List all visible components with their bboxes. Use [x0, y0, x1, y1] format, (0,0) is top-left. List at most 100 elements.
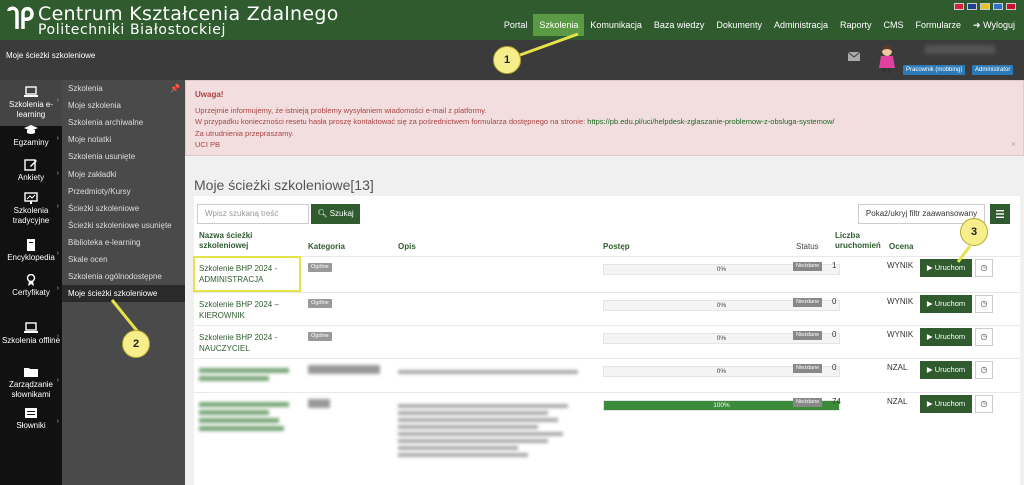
- run-button[interactable]: ▶ Uruchom: [920, 259, 972, 277]
- description-blurred: [398, 367, 578, 377]
- language-flag-icon[interactable]: [967, 3, 977, 10]
- nav-item-portal[interactable]: Portal: [498, 14, 534, 36]
- col-header-category[interactable]: Kategoria: [308, 242, 345, 252]
- run-button[interactable]: ▶ Uruchom: [920, 395, 972, 413]
- col-header-progress[interactable]: Postęp: [603, 242, 630, 252]
- language-flag-icon[interactable]: [980, 3, 990, 10]
- sidebar-item-2[interactable]: Egzaminy ›: [0, 118, 62, 158]
- graduation-cap-icon: [24, 125, 38, 134]
- chevron-right-icon: ›: [56, 418, 59, 425]
- search-icon: 🔍︎: [317, 209, 328, 218]
- nav-item-administracja[interactable]: Administracja: [768, 14, 834, 36]
- sidebar-item-label: Szkolenia tradycyjne: [12, 206, 50, 225]
- run-button-label: Uruchom: [934, 399, 966, 408]
- mail-icon[interactable]: [848, 52, 860, 61]
- col-header-name[interactable]: Nazwa ścieżki szkoleniowej: [199, 231, 279, 251]
- presentation-icon: [24, 192, 38, 204]
- subnav-item[interactable]: Przedmioty/Kursy: [62, 183, 185, 200]
- sidebar-item-6[interactable]: Certyfikaty ›: [0, 268, 62, 312]
- history-clock-icon[interactable]: ◷: [975, 259, 993, 277]
- top-bar: Centrum Kształcenia Zdalnego Politechnik…: [0, 0, 1024, 40]
- subnav-item[interactable]: Moje szkolenia: [62, 97, 185, 114]
- alert-box: Uwaga! Uprzejmie informujemy, że istniej…: [185, 80, 1024, 156]
- nav-item-baza-wiedzy[interactable]: Baza wiedzy: [648, 14, 711, 36]
- subnav-item[interactable]: Moje notatki: [62, 131, 185, 148]
- alert-text: Uprzejmie informujemy, że istnieją probl…: [195, 106, 487, 115]
- play-icon: ▶: [926, 263, 935, 272]
- book-icon: [27, 239, 35, 251]
- run-button[interactable]: ▶ Uruchom: [920, 328, 972, 346]
- history-clock-icon[interactable]: ◷: [975, 395, 993, 413]
- status-badge: Nieżdane: [793, 364, 823, 373]
- avatar[interactable]: [877, 44, 897, 74]
- brand-subtitle: Politechniki Białostockiej: [38, 22, 226, 38]
- close-icon[interactable]: ×: [1011, 139, 1016, 149]
- play-icon: ▶: [926, 399, 935, 408]
- subnav-item[interactable]: Biblioteka e-learning: [62, 234, 185, 251]
- path-name-link[interactable]: [199, 399, 297, 434]
- alert-text-prefix: W przypadku konieczności resetu hasła pr…: [195, 117, 586, 126]
- run-count: 0: [832, 297, 837, 306]
- col-header-runs[interactable]: Liczba uruchomień: [835, 231, 890, 251]
- page-title: Moje ścieżki szkoleniowe[13]: [194, 177, 374, 193]
- logo-icon: [7, 6, 34, 29]
- col-header-grade[interactable]: Ocena: [889, 242, 913, 252]
- menu-icon[interactable]: [990, 204, 1010, 224]
- language-flag-icon[interactable]: [993, 3, 1003, 10]
- search-input[interactable]: Wpisz szukaną treść: [197, 204, 309, 224]
- helpdesk-link[interactable]: https://pb.edu.pl/uci/helpdesk-zglaszani…: [587, 117, 834, 126]
- chevron-right-icon: ›: [56, 333, 59, 340]
- left-sidebar: Szkolenia e-learning › Egzaminy › Ankiety › Sz…: [0, 80, 62, 485]
- subnav-item[interactable]: Szkolenia archiwalne: [62, 114, 185, 131]
- col-header-status[interactable]: Status: [796, 242, 819, 252]
- nav-item-dokumenty[interactable]: Dokumenty: [710, 14, 768, 36]
- progress-label: 0%: [716, 266, 727, 273]
- subnav-item[interactable]: Szkolenia ogólnodostępne: [62, 268, 185, 285]
- subnav-item[interactable]: Szkolenia usunięte: [62, 148, 185, 165]
- sidebar-item-7[interactable]: Szkolenia offline ›: [0, 316, 62, 366]
- language-flag-icon[interactable]: [1006, 3, 1016, 10]
- sidebar-item-label: Certyfikaty: [12, 288, 50, 297]
- chevron-right-icon: ›: [56, 377, 59, 384]
- nav-item-formularze[interactable]: Formularze: [910, 14, 968, 36]
- sidebar-item-9[interactable]: Słowniki ›: [0, 401, 62, 445]
- progress-label: 0%: [716, 335, 727, 342]
- nav-item-raporty[interactable]: Raporty: [834, 14, 878, 36]
- nav-item-szkolenia[interactable]: Szkolenia: [533, 14, 585, 36]
- language-flag-icon[interactable]: [954, 3, 964, 10]
- run-button-label: Uruchom: [934, 263, 966, 272]
- nav-item-label: Wyloguj: [983, 20, 1015, 30]
- main-content: Uwaga! Uprzejmie informujemy, że istniej…: [185, 80, 1024, 485]
- path-name-link[interactable]: Szkolenie BHP 2024 – KIEROWNIK: [199, 299, 297, 321]
- col-header-description[interactable]: Opis: [398, 242, 416, 252]
- search-button-label: Szukaj: [329, 209, 354, 218]
- chevron-right-icon: ›: [56, 250, 59, 257]
- history-clock-icon[interactable]: ◷: [975, 328, 993, 346]
- run-button[interactable]: ▶ Uruchom: [920, 295, 972, 313]
- run-button[interactable]: ▶ Uruchom: [920, 361, 972, 379]
- paths-panel: Wpisz szukaną treść 🔍︎ Szukaj Pokaż/ukry…: [194, 196, 1020, 485]
- subnav-item[interactable]: Moje zakładki: [62, 166, 185, 183]
- subnav-item[interactable]: Ścieżki szkoleniowe: [62, 200, 185, 217]
- history-clock-icon[interactable]: ◷: [975, 361, 993, 379]
- sidebar-item-8[interactable]: Zarządzanie słownikami ›: [0, 360, 62, 406]
- run-button-label: Uruchom: [934, 365, 966, 374]
- role-badge: Administrator: [972, 65, 1014, 75]
- sidebar-item-4[interactable]: Szkolenia tradycyjne ›: [0, 186, 62, 240]
- path-name-link[interactable]: Szkolenie BHP 2024 - NAUCZYCIEL: [199, 332, 297, 354]
- status-badge: Nieżdane: [793, 298, 823, 307]
- status-badge: Nieżdane: [793, 398, 823, 407]
- subnav-item[interactable]: Skale ocen: [62, 251, 185, 268]
- path-name-link[interactable]: [199, 365, 297, 384]
- nav-item-wyloguj[interactable]: ➜ Wyloguj: [967, 14, 1021, 36]
- nav-item-cms[interactable]: CMS: [878, 14, 910, 36]
- nav-item-komunikacja[interactable]: Komunikacja: [584, 14, 648, 36]
- run-count: 0: [832, 363, 837, 372]
- user-name-blurred: [925, 45, 995, 54]
- subnav-item[interactable]: Szkolenia: [62, 80, 185, 97]
- subnav-item[interactable]: Moje ścieżki szkoleniowe: [62, 285, 185, 303]
- run-count: 1: [832, 261, 837, 270]
- subnav-item[interactable]: Ścieżki szkoleniowe usunięte: [62, 217, 185, 234]
- history-clock-icon[interactable]: ◷: [975, 295, 993, 313]
- search-button[interactable]: 🔍︎ Szukaj: [311, 204, 360, 224]
